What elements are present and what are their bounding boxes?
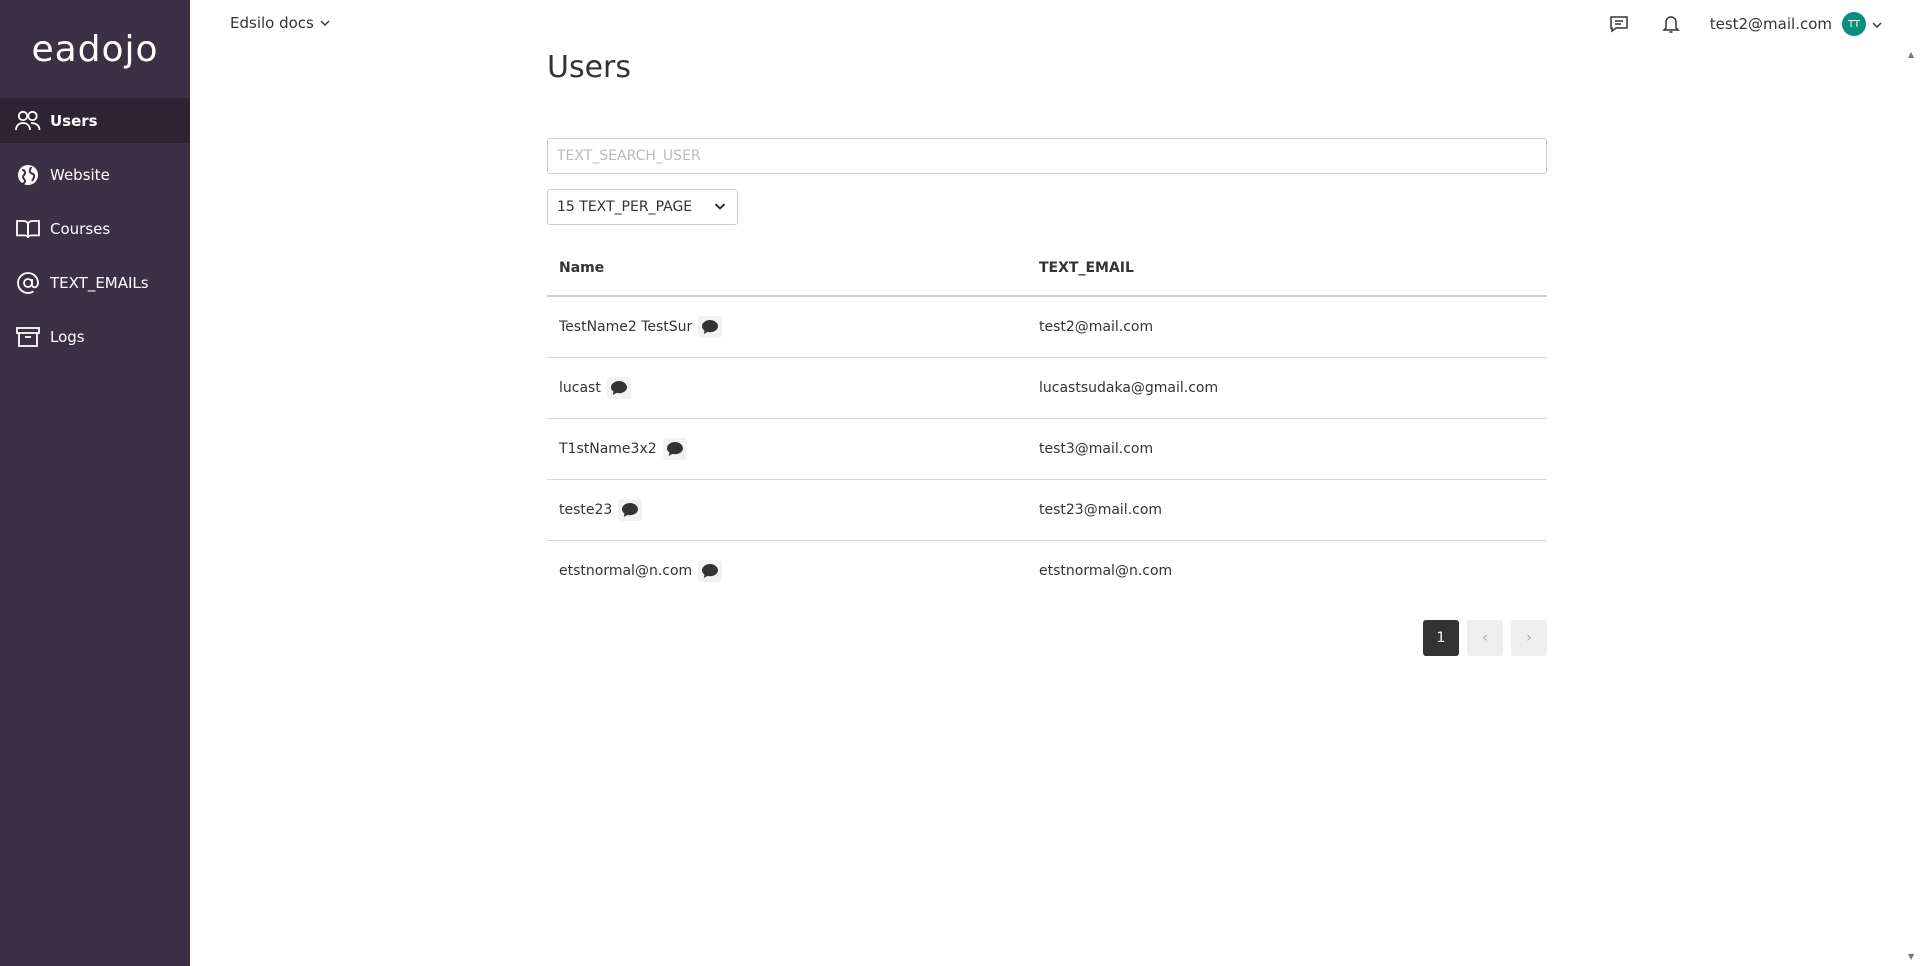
users-icon xyxy=(14,109,42,133)
topbar-actions: test2@mail.com TT xyxy=(1608,12,1882,36)
user-email-cell: test23@mail.com xyxy=(1027,479,1547,541)
sidebar-item-label: Website xyxy=(50,165,110,184)
table-row[interactable]: teste23 test23@mail.com xyxy=(547,479,1547,541)
user-email-cell: lucastsudaka@gmail.com xyxy=(1027,357,1547,419)
users-table: Name TEXT_EMAIL TestName2 TestSur test2@… xyxy=(547,240,1547,601)
scroll-up-icon[interactable]: ▲ xyxy=(1908,50,1914,59)
next-page-button[interactable]: › xyxy=(1511,620,1547,656)
user-email-cell: test2@mail.com xyxy=(1027,296,1547,358)
at-icon xyxy=(14,271,42,295)
column-header-email[interactable]: TEXT_EMAIL xyxy=(1027,240,1547,297)
pagination: 1 ‹ › xyxy=(1415,620,1547,656)
user-email-cell: etstnormal@n.com xyxy=(1039,563,1173,579)
table-header-row: Name TEXT_EMAIL xyxy=(547,240,1547,297)
per-page-label: 15 TEXT_PER_PAGE xyxy=(557,199,693,215)
user-name[interactable]: etstnormal@n.com xyxy=(559,563,692,579)
sidebar-item-emails[interactable]: TEXT_EMAILs xyxy=(0,260,190,305)
chevron-down-icon xyxy=(1872,15,1882,33)
sidebar-item-label: TEXT_EMAILs xyxy=(50,273,149,292)
chevron-right-icon: › xyxy=(1526,630,1532,646)
sidebar-item-courses[interactable]: Courses xyxy=(0,206,190,251)
chat-bubble-icon[interactable] xyxy=(606,377,631,399)
user-name[interactable]: lucast xyxy=(559,380,601,396)
chat-bubble-icon[interactable] xyxy=(698,560,723,582)
page-title: Users xyxy=(547,50,632,85)
sidebar-item-website[interactable]: Website xyxy=(0,152,190,197)
chat-bubble-icon[interactable] xyxy=(618,499,643,521)
chat-bubble-icon[interactable] xyxy=(698,316,723,338)
bell-icon[interactable] xyxy=(1660,13,1682,35)
messages-icon[interactable] xyxy=(1608,13,1630,35)
table-row[interactable]: lucast lucastsudaka@gmail.com xyxy=(547,357,1547,419)
sidebar-item-logs[interactable]: Logs xyxy=(0,314,190,359)
sidebar: eadojo Users Website Courses TEXT_EMAILs… xyxy=(0,0,190,966)
globe-icon xyxy=(14,163,42,187)
user-name[interactable]: TestName2 TestSur xyxy=(559,319,692,335)
avatar: TT xyxy=(1842,12,1866,36)
sidebar-item-label: Users xyxy=(50,111,98,130)
scrollbar[interactable]: ▲ ▼ xyxy=(1904,0,1920,966)
users-panel: Users 15 TEXT_PER_PAGE Name TEXT_EMAIL T… xyxy=(547,50,1547,656)
workspace-switcher[interactable]: Edsilo docs xyxy=(230,14,330,32)
workspace-name: Edsilo docs xyxy=(230,14,314,32)
chat-bubble-icon[interactable] xyxy=(662,438,687,460)
sidebar-item-label: Logs xyxy=(50,327,85,346)
main-area: Edsilo docs test2@mail.com TT ▲ ▼ Users xyxy=(190,0,1920,966)
table-row[interactable]: T1stName3x2 test3@mail.com xyxy=(547,418,1547,480)
table-row[interactable]: TestName2 TestSur test2@mail.com xyxy=(547,296,1547,358)
book-icon xyxy=(14,217,42,241)
app-logo[interactable]: eadojo xyxy=(0,0,190,98)
per-page-select[interactable]: 15 TEXT_PER_PAGE xyxy=(547,189,738,225)
chevron-down-icon xyxy=(320,17,330,30)
user-name[interactable]: T1stName3x2 xyxy=(559,441,657,457)
search-input[interactable] xyxy=(547,138,1547,174)
scroll-down-icon[interactable]: ▼ xyxy=(1908,952,1914,961)
user-email-cell: test3@mail.com xyxy=(1027,418,1547,480)
chevron-left-icon: ‹ xyxy=(1482,630,1488,646)
user-email: test2@mail.com xyxy=(1709,15,1832,33)
user-menu[interactable]: test2@mail.com TT xyxy=(1710,12,1882,36)
archive-icon xyxy=(14,325,42,349)
sidebar-item-label: Courses xyxy=(50,219,111,238)
table-row[interactable]: etstnormal@n.com etstnormal@n.com xyxy=(547,541,1547,602)
prev-page-button[interactable]: ‹ xyxy=(1467,620,1503,656)
page-button-current[interactable]: 1 xyxy=(1423,620,1459,656)
chevron-down-icon xyxy=(714,199,726,215)
user-name[interactable]: teste23 xyxy=(559,502,612,518)
sidebar-item-users[interactable]: Users xyxy=(0,98,190,143)
column-header-name[interactable]: Name xyxy=(547,240,1027,297)
